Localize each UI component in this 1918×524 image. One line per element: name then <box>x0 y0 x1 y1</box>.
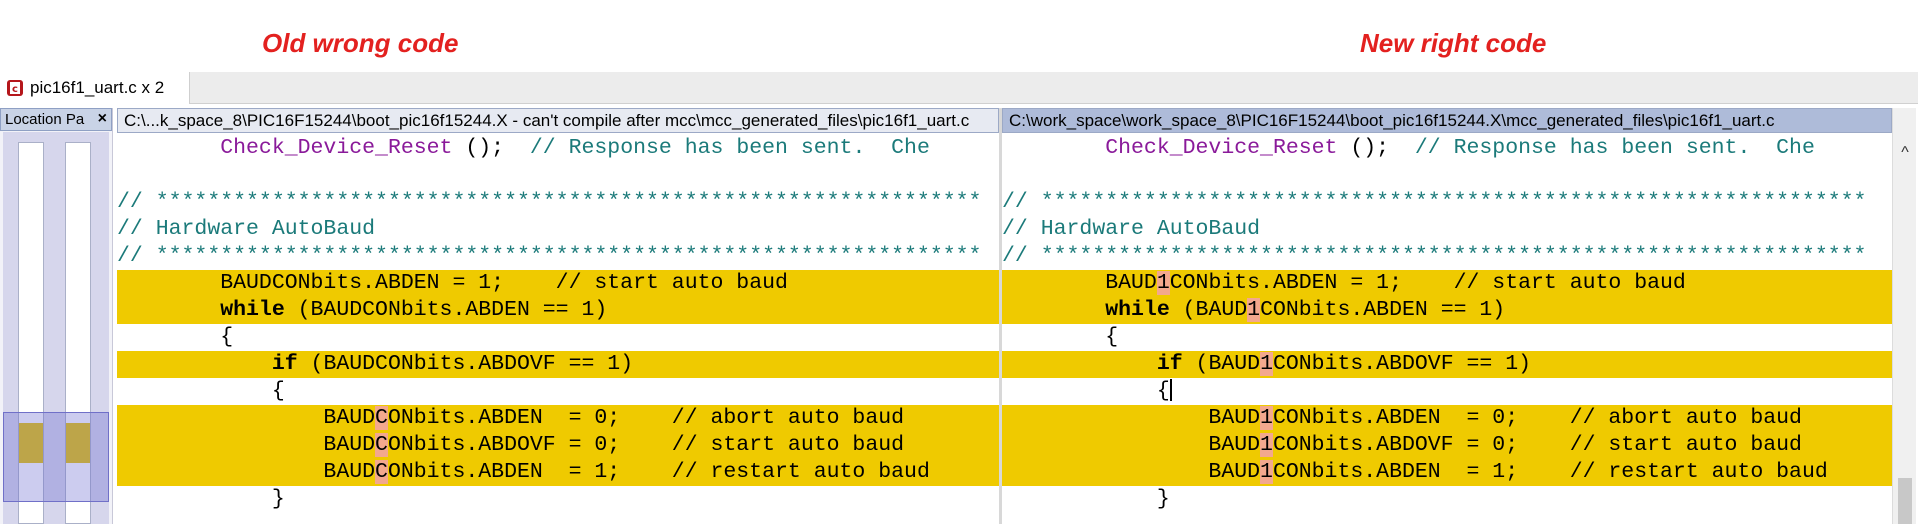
code-line-changed: BAUDCONbits.ABDOVF = 0; // start auto ba… <box>117 432 999 459</box>
code-line: { <box>117 325 234 349</box>
right-diff-pane: C:\work_space\work_space_8\PIC16F15244\b… <box>1002 108 1892 524</box>
location-panel: Location Pa × <box>0 108 113 524</box>
close-icon[interactable]: × <box>98 110 107 128</box>
code-line: // *************************************… <box>1002 244 1867 268</box>
scroll-thumb[interactable] <box>1898 478 1912 524</box>
code-line: // *************************************… <box>117 244 982 268</box>
code-line-changed: BAUDCONbits.ABDEN = 1; // restart auto b… <box>117 459 999 486</box>
code-line-changed: while (BAUD1CONbits.ABDEN == 1) <box>1002 297 1892 324</box>
code-line-changed: while (BAUDCONbits.ABDEN == 1) <box>117 297 999 324</box>
code-line-changed: BAUD1CONbits.ABDOVF = 0; // start auto b… <box>1002 432 1892 459</box>
code-line-changed: if (BAUDCONbits.ABDOVF == 1) <box>117 351 999 378</box>
code-line-changed: BAUD1CONbits.ABDEN = 1; // start auto ba… <box>1002 270 1892 297</box>
code-line: Check_Device_Reset (); // Response has b… <box>1105 136 1815 160</box>
code-line: } <box>1002 487 1170 511</box>
scroll-up-arrow-icon[interactable]: ^ <box>1893 144 1917 162</box>
code-line: { <box>117 379 285 403</box>
right-pane-title: C:\work_space\work_space_8\PIC16F15244\b… <box>1002 108 1892 133</box>
code-line-changed: BAUDCONbits.ABDEN = 1; // start auto bau… <box>117 270 999 297</box>
location-overview[interactable] <box>3 132 109 524</box>
code-line: Check_Device_Reset (); // Response has b… <box>220 136 930 160</box>
annotation-new-code: New right code <box>1360 28 1547 58</box>
overview-viewport[interactable] <box>3 412 109 502</box>
code-line-changed: BAUDCONbits.ABDEN = 0; // abort auto bau… <box>117 405 999 432</box>
left-code[interactable]: Check_Device_Reset (); // Response has b… <box>117 135 999 513</box>
code-line-changed: BAUD1CONbits.ABDEN = 0; // abort auto ba… <box>1002 405 1892 432</box>
svg-text:c: c <box>12 84 18 95</box>
file-tab-label: pic16f1_uart.c x 2 <box>30 78 165 97</box>
code-line: // Hardware AutoBaud <box>117 217 376 241</box>
code-line: // Hardware AutoBaud <box>1002 217 1261 241</box>
code-line: // *************************************… <box>117 190 982 214</box>
tab-bar-empty <box>190 72 1918 104</box>
vertical-scrollbar[interactable]: ^ <box>1892 108 1916 524</box>
annotation-old-code: Old wrong code <box>262 28 459 58</box>
code-line-changed: if (BAUD1CONbits.ABDOVF == 1) <box>1002 351 1892 378</box>
file-tab[interactable]: c pic16f1_uart.c x 2 <box>0 72 190 104</box>
code-line: { <box>1002 325 1119 349</box>
c-source-file-icon: c <box>7 80 23 96</box>
text-cursor <box>1169 379 1172 402</box>
code-line: } <box>117 487 285 511</box>
code-line-changed: BAUD1CONbits.ABDEN = 1; // restart auto … <box>1002 459 1892 486</box>
left-diff-pane: C:\...k_space_8\PIC16F15244\boot_pic16f1… <box>117 108 999 524</box>
code-line: // *************************************… <box>1002 190 1867 214</box>
right-code[interactable]: Check_Device_Reset (); // Response has b… <box>1002 135 1892 513</box>
left-pane-title: C:\...k_space_8\PIC16F15244\boot_pic16f1… <box>117 108 999 133</box>
location-panel-title: Location Pa <box>5 111 85 128</box>
code-line: { <box>1002 379 1172 403</box>
editor-tab-bar: c pic16f1_uart.c x 2 <box>0 72 1918 104</box>
location-panel-header: Location Pa × <box>0 108 112 131</box>
